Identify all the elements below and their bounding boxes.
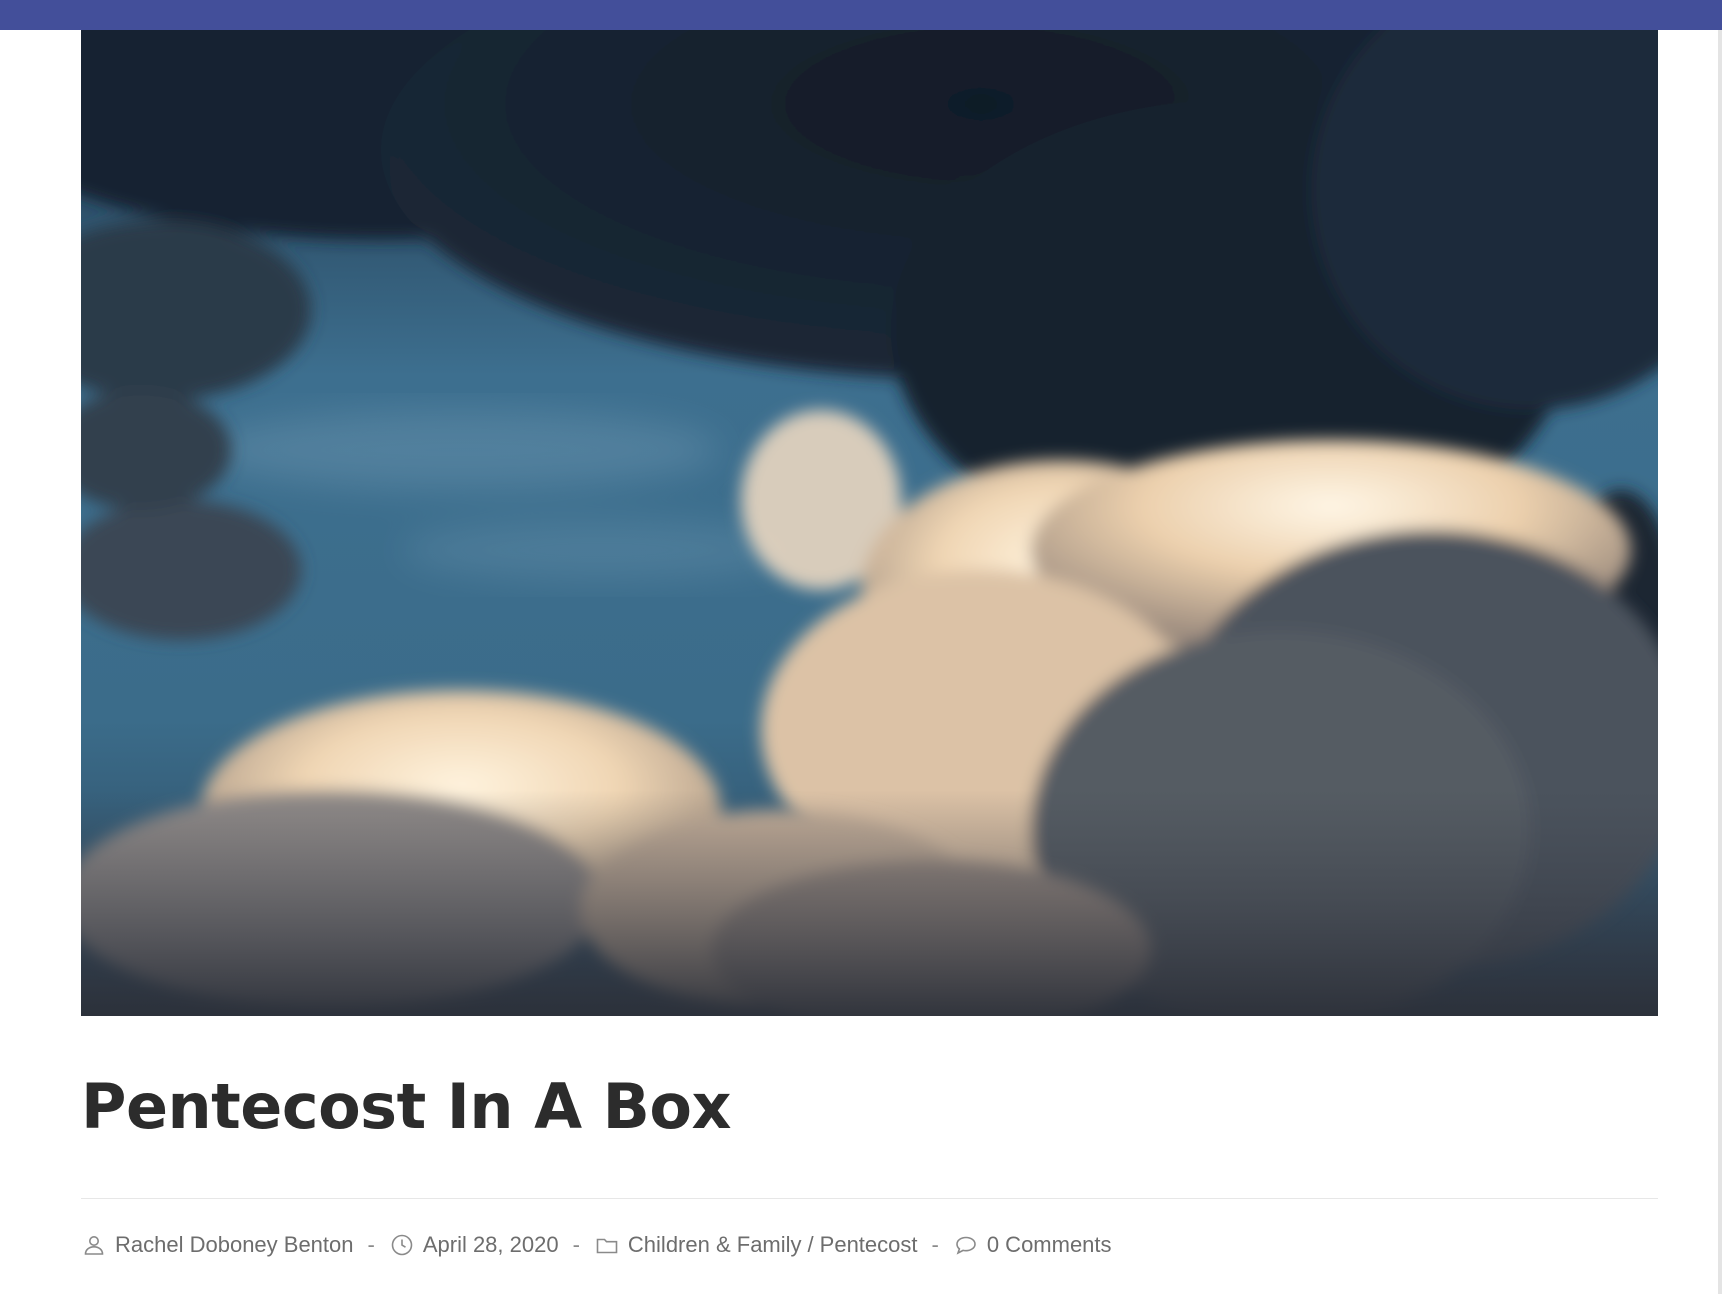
folder-icon	[594, 1232, 620, 1258]
author-link[interactable]: Rachel Doboney Benton	[115, 1232, 354, 1258]
category-separator: /	[807, 1232, 814, 1257]
post-categories: Children & Family / Pentecost	[594, 1232, 918, 1258]
post-meta: Rachel Doboney Benton - April 28, 2020 -…	[81, 1228, 1112, 1262]
post-date: April 28, 2020	[389, 1232, 559, 1258]
title-divider	[81, 1198, 1658, 1199]
category-link-pentecost[interactable]: Pentecost	[820, 1232, 918, 1258]
category-link-children-family[interactable]: Children & Family	[628, 1232, 802, 1258]
user-icon	[81, 1232, 107, 1258]
featured-image	[81, 30, 1658, 1016]
post-author[interactable]: Rachel Doboney Benton	[81, 1232, 354, 1258]
clock-icon	[389, 1232, 415, 1258]
meta-separator: -	[572, 1232, 580, 1257]
page-scrollbar[interactable]	[1718, 30, 1722, 1294]
post-comments[interactable]: 0 Comments	[953, 1232, 1112, 1258]
post-title: Pentecost In A Box	[81, 1070, 732, 1143]
comments-link[interactable]: 0 Comments	[987, 1232, 1112, 1258]
top-header-bar	[0, 0, 1722, 30]
comment-bubble-icon	[953, 1232, 979, 1258]
date-text: April 28, 2020	[422, 1232, 559, 1257]
meta-separator: -	[367, 1232, 375, 1257]
meta-separator: -	[931, 1232, 939, 1257]
